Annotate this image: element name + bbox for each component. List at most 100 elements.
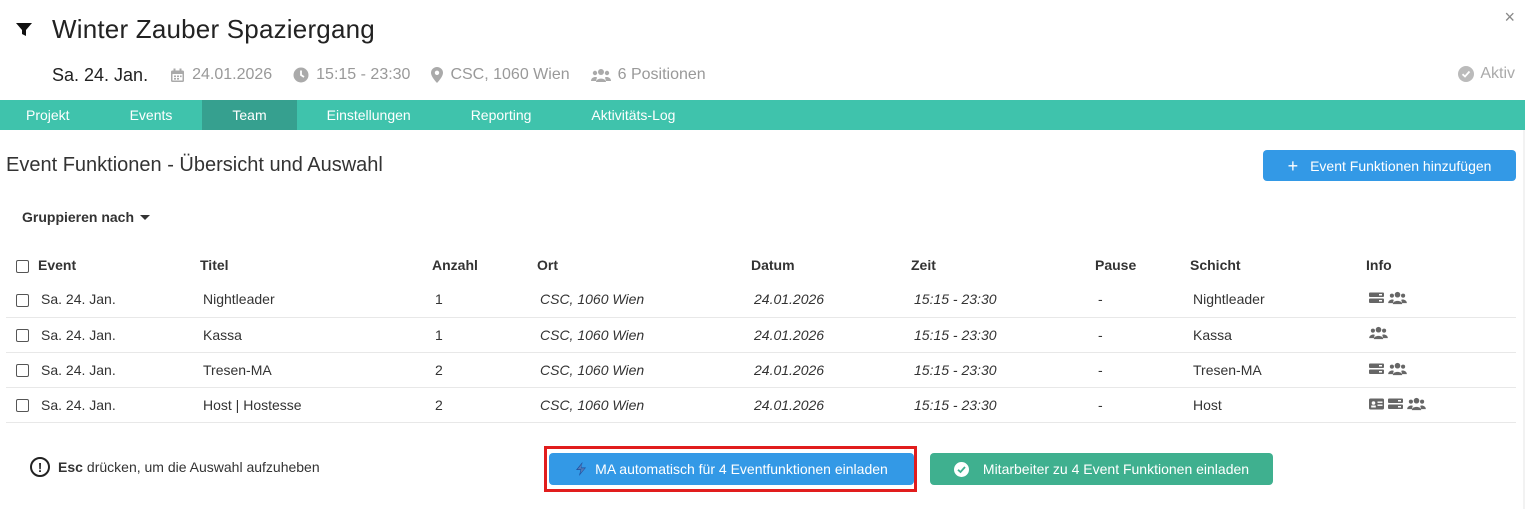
cell-info (1366, 282, 1516, 318)
event-date-text: 24.01.2026 (192, 66, 273, 83)
table-header-row: Event Titel Anzahl Ort Datum Zeit Pause … (6, 248, 1516, 282)
cell-anzahl: 2 (432, 387, 537, 423)
list-icon[interactable] (1388, 398, 1403, 410)
filter-icon[interactable] (16, 22, 32, 38)
row-checkbox[interactable] (16, 294, 29, 308)
cell-anzahl: 1 (432, 317, 537, 353)
row-checkbox[interactable] (16, 364, 29, 378)
status-text: Aktiv (1480, 65, 1515, 82)
cell-schicht: Nightleader (1190, 282, 1366, 318)
tab-bar: Projekt Events Team Einstellungen Report… (0, 100, 1525, 130)
cell-pause: - (1095, 317, 1190, 353)
event-date: 24.01.2026 (170, 66, 272, 84)
close-button[interactable]: × (1504, 8, 1515, 26)
event-location: CSC, 1060 Wien (431, 66, 570, 84)
event-positions: 6 Positionen (590, 66, 706, 84)
auto-invite-button[interactable]: MA automatisch für 4 Eventfunktionen ein… (549, 453, 914, 485)
cell-schicht: Host (1190, 387, 1366, 423)
cell-zeit: 15:15 - 23:30 (911, 387, 1095, 423)
event-positions-text: 6 Positionen (617, 66, 706, 83)
cell-zeit: 15:15 - 23:30 (911, 282, 1095, 318)
cell-event: Sa. 24. Jan. (38, 282, 200, 318)
tab-projekt[interactable]: Projekt (0, 100, 100, 130)
event-time-text: 15:15 - 23:30 (316, 66, 411, 83)
cell-datum: 24.01.2026 (751, 317, 911, 353)
table-row[interactable]: Sa. 24. Jan. Tresen-MA 2 CSC, 1060 Wien … (6, 352, 1516, 388)
calendar-icon (171, 68, 185, 82)
column-header[interactable]: Titel (200, 248, 432, 282)
cell-schicht: Tresen-MA (1190, 352, 1366, 388)
list-icon[interactable] (1369, 363, 1384, 375)
add-event-functions-label: Event Funktionen hinzufügen (1310, 157, 1492, 174)
column-header: Info (1366, 257, 1392, 273)
add-event-functions-button[interactable]: + Event Funktionen hinzufügen (1263, 150, 1516, 181)
map-marker-icon (431, 67, 444, 83)
cell-titel: Kassa (200, 317, 432, 353)
table-row[interactable]: Sa. 24. Jan. Kassa 1 CSC, 1060 Wien 24.0… (6, 317, 1516, 353)
column-header[interactable]: Datum (751, 248, 911, 282)
cell-ort: CSC, 1060 Wien (537, 387, 751, 423)
group-by-dropdown[interactable]: Gruppieren nach (22, 209, 151, 225)
cell-pause: - (1095, 282, 1190, 318)
row-checkbox[interactable] (16, 399, 29, 413)
caret-down-icon (140, 214, 151, 220)
exclamation-circle-icon: ! (30, 457, 50, 477)
cell-datum: 24.01.2026 (751, 387, 911, 423)
invite-employees-label: Mitarbeiter zu 4 Event Funktionen einlad… (982, 461, 1250, 477)
auto-invite-label: MA automatisch für 4 Eventfunktionen ein… (595, 461, 888, 477)
column-header[interactable]: Pause (1095, 248, 1190, 282)
cell-anzahl: 1 (432, 282, 537, 318)
column-header[interactable]: Schicht (1190, 248, 1366, 282)
cell-pause: - (1095, 352, 1190, 388)
users-icon[interactable] (1388, 362, 1407, 376)
cell-ort: CSC, 1060 Wien (537, 317, 751, 353)
cell-event: Sa. 24. Jan. (38, 387, 200, 423)
cell-anzahl: 2 (432, 352, 537, 388)
event-time: 15:15 - 23:30 (293, 66, 410, 84)
cell-ort: CSC, 1060 Wien (537, 282, 751, 318)
column-header[interactable]: Anzahl (432, 248, 537, 282)
cell-event: Sa. 24. Jan. (38, 352, 200, 388)
bolt-icon (576, 462, 587, 476)
clock-icon (293, 67, 309, 83)
cell-titel: Host | Hostesse (200, 387, 432, 423)
cell-event: Sa. 24. Jan. (38, 317, 200, 353)
users-icon[interactable] (1407, 397, 1426, 411)
cell-datum: 24.01.2026 (751, 352, 911, 388)
event-location-text: CSC, 1060 Wien (450, 66, 570, 83)
invite-employees-button[interactable]: Mitarbeiter zu 4 Event Funktionen einlad… (930, 453, 1273, 485)
group-by-label: Gruppieren nach (22, 209, 135, 225)
cell-info (1366, 317, 1516, 353)
tab-team[interactable]: Team (202, 100, 297, 130)
tab-reporting[interactable]: Reporting (441, 100, 562, 130)
check-circle-icon (953, 461, 969, 477)
tab-einstellungen[interactable]: Einstellungen (297, 100, 441, 130)
users-icon[interactable] (1369, 326, 1388, 340)
row-checkbox[interactable] (16, 329, 29, 343)
table-row[interactable]: Sa. 24. Jan. Nightleader 1 CSC, 1060 Wie… (6, 282, 1516, 318)
cell-info (1366, 387, 1516, 423)
users-icon (590, 68, 611, 82)
tab-events[interactable]: Events (100, 100, 203, 130)
tab-aktivitaets-log[interactable]: Aktivitäts-Log (561, 100, 705, 130)
list-icon[interactable] (1369, 292, 1384, 304)
check-circle-icon (1458, 66, 1475, 82)
selection-hint: ! Esc drücken, um die Auswahl aufzuheben (30, 457, 320, 477)
plus-icon: + (1287, 155, 1299, 176)
status-badge: Aktiv (1458, 65, 1515, 83)
column-header[interactable]: Ort (537, 248, 751, 282)
cell-info (1366, 352, 1516, 388)
cell-zeit: 15:15 - 23:30 (911, 352, 1095, 388)
select-all-checkbox[interactable] (16, 259, 29, 273)
cell-datum: 24.01.2026 (751, 282, 911, 318)
id-card-icon[interactable] (1369, 398, 1384, 410)
cell-titel: Nightleader (200, 282, 432, 318)
project-header: Winter Zauber Spaziergang Sa. 24. Jan. 2… (0, 0, 1525, 100)
column-header[interactable]: Zeit (911, 248, 1095, 282)
cell-zeit: 15:15 - 23:30 (911, 317, 1095, 353)
table-row[interactable]: Sa. 24. Jan. Host | Hostesse 2 CSC, 1060… (6, 387, 1516, 423)
column-header[interactable]: Event (38, 248, 200, 282)
users-icon[interactable] (1388, 291, 1407, 305)
section-title: Event Funktionen - Übersicht und Auswahl (6, 154, 383, 176)
cell-schicht: Kassa (1190, 317, 1366, 353)
